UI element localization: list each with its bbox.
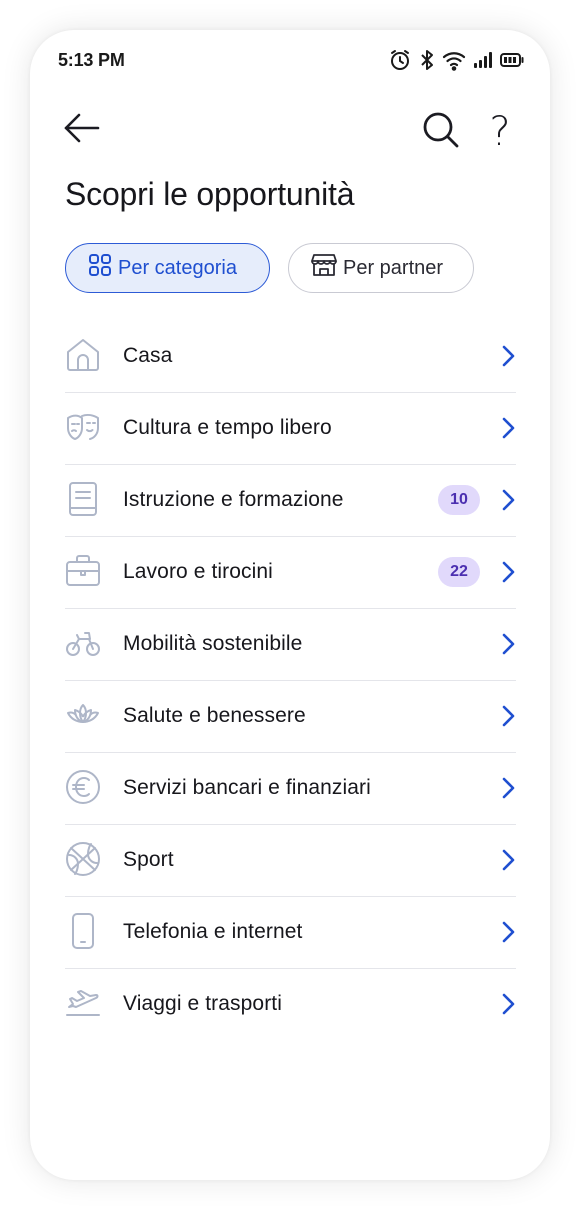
status-time: 5:13 PM: [58, 50, 125, 70]
house-icon: [65, 337, 101, 373]
category-label: Istruzione e formazione: [123, 488, 344, 511]
chevron-right-icon: [500, 632, 516, 656]
chevron-right-icon: [500, 344, 516, 368]
phone-screen: 5:13 PM ? Scopri le opportunità Per cate…: [30, 30, 550, 1180]
wifi-icon: [442, 49, 466, 71]
status-icons: [388, 48, 524, 72]
category-label: Servizi bancari e finanziari: [123, 776, 371, 799]
lotus-icon: [65, 697, 101, 733]
category-item-mobilita[interactable]: Mobilità sostenibile: [65, 609, 516, 681]
category-label: Telefonia e internet: [123, 920, 303, 943]
top-bar: ?: [30, 108, 550, 156]
category-label: Salute e benessere: [123, 704, 306, 727]
count-badge: 22: [438, 557, 480, 587]
category-label: Cultura e tempo libero: [123, 416, 332, 439]
battery-icon: [500, 51, 524, 69]
category-label: Mobilità sostenibile: [123, 632, 303, 655]
category-item-sport[interactable]: Sport: [65, 825, 516, 897]
search-icon: [421, 110, 461, 155]
category-item-lavoro[interactable]: Lavoro e tirocini 22: [65, 537, 516, 609]
category-label: Viaggi e trasporti: [123, 992, 283, 1015]
chevron-right-icon: [500, 416, 516, 440]
bicycle-icon: [65, 625, 101, 661]
chevron-right-icon: [500, 848, 516, 872]
plane-icon: [65, 985, 101, 1021]
category-item-salute[interactable]: Salute e benessere: [65, 681, 516, 753]
chevron-right-icon: [500, 488, 516, 512]
category-list: Casa Cultura e tempo libero Istruzione e…: [65, 321, 516, 1040]
help-button[interactable]: ?: [480, 108, 520, 156]
status-bar: 5:13 PM: [30, 30, 550, 92]
chevron-right-icon: [500, 992, 516, 1016]
chevron-right-icon: [500, 776, 516, 800]
chevron-right-icon: [500, 704, 516, 728]
chevron-right-icon: [500, 560, 516, 584]
grid-icon: [88, 253, 118, 283]
tab-label: Per partner: [343, 256, 444, 279]
basketball-icon: [65, 841, 101, 877]
category-label: Sport: [123, 848, 174, 871]
category-item-cultura[interactable]: Cultura e tempo libero: [65, 393, 516, 465]
tab-per-partner[interactable]: Per partner: [288, 243, 474, 293]
euro-icon: [65, 769, 101, 805]
alarm-icon: [388, 48, 412, 72]
category-item-casa[interactable]: Casa: [65, 321, 516, 393]
chevron-right-icon: [500, 920, 516, 944]
briefcase-icon: [65, 553, 101, 589]
category-item-viaggi[interactable]: Viaggi e trasporti: [65, 969, 516, 1040]
count-badge: 10: [438, 485, 480, 515]
smartphone-icon: [65, 913, 101, 949]
category-item-istruzione[interactable]: Istruzione e formazione 10: [65, 465, 516, 537]
book-icon: [65, 481, 101, 517]
category-item-telefonia[interactable]: Telefonia e internet: [65, 897, 516, 969]
bluetooth-icon: [419, 48, 435, 72]
category-label: Casa: [123, 344, 173, 367]
search-button[interactable]: [419, 110, 463, 154]
tab-label: Per categoria: [118, 256, 237, 279]
view-toggle: Per categoria Per partner: [65, 243, 474, 293]
signal-icon: [473, 50, 493, 70]
tab-per-categoria[interactable]: Per categoria: [65, 243, 270, 293]
store-icon: [311, 253, 343, 283]
back-button[interactable]: [62, 110, 102, 150]
arrow-left-icon: [63, 113, 101, 148]
page-title: Scopri le opportunità: [65, 176, 355, 212]
theater-masks-icon: [65, 409, 101, 445]
category-item-servizi-bancari[interactable]: Servizi bancari e finanziari: [65, 753, 516, 825]
category-label: Lavoro e tirocini: [123, 560, 273, 583]
